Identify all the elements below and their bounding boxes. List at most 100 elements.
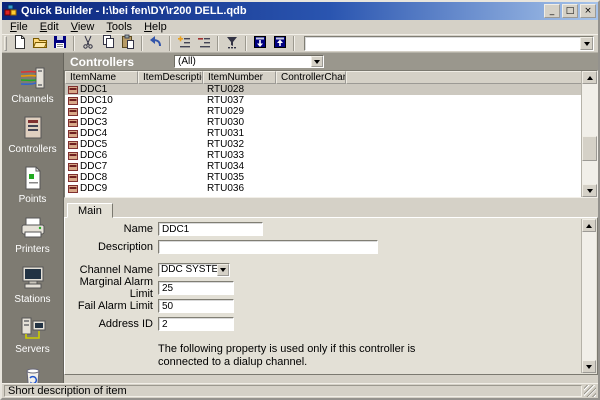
open-button[interactable] bbox=[30, 35, 50, 52]
table-row[interactable]: DDC8 RTU035 bbox=[65, 172, 581, 183]
menu-edit[interactable]: Edit bbox=[34, 21, 65, 34]
name-field[interactable] bbox=[158, 222, 263, 236]
printers-icon bbox=[19, 215, 47, 241]
save-button[interactable] bbox=[50, 35, 70, 52]
row-description bbox=[138, 84, 203, 95]
toolbar-combo-dropdown[interactable] bbox=[580, 37, 593, 50]
name-label: Name bbox=[65, 223, 153, 235]
cut-button[interactable] bbox=[78, 35, 98, 52]
row-channel bbox=[276, 183, 346, 194]
dialup-report-label: Dialup Report by Exception bbox=[175, 373, 308, 375]
table-row[interactable]: DDC2 RTU029 bbox=[65, 106, 581, 117]
column-header-itemnumber[interactable]: ItemNumber bbox=[203, 71, 276, 84]
row-name: DDC4 bbox=[80, 128, 107, 139]
list-scrollbar[interactable] bbox=[581, 71, 597, 197]
filter-button[interactable] bbox=[222, 35, 242, 52]
form-scrollbar[interactable] bbox=[581, 219, 596, 373]
recycle-bin-icon bbox=[19, 365, 47, 383]
table-row[interactable]: DDC10 RTU037 bbox=[65, 95, 581, 106]
sidebar-item-stations[interactable]: Stations bbox=[3, 265, 63, 305]
channel-name-label: Channel Name bbox=[65, 264, 153, 276]
open-folder-icon bbox=[32, 34, 48, 53]
table-row[interactable]: DDC5 RTU032 bbox=[65, 139, 581, 150]
row-number: RTU031 bbox=[203, 128, 276, 139]
dialup-report-checkbox[interactable] bbox=[158, 374, 169, 376]
undo-button[interactable] bbox=[146, 35, 166, 52]
add-item-button[interactable] bbox=[174, 35, 194, 52]
menu-view[interactable]: View bbox=[65, 21, 101, 34]
scroll-up-button[interactable] bbox=[582, 219, 596, 232]
sidebar-item-points[interactable]: Points bbox=[3, 165, 63, 205]
tab-main[interactable]: Main bbox=[67, 203, 113, 218]
row-channel bbox=[276, 106, 346, 117]
arrow-down-icon bbox=[586, 365, 592, 369]
menu-file[interactable]: File bbox=[4, 21, 34, 34]
sidebar-item-controllers[interactable]: Controllers bbox=[3, 115, 63, 155]
maximize-button[interactable]: □ bbox=[562, 4, 578, 18]
table-row[interactable]: DDC3 RTU030 bbox=[65, 117, 581, 128]
sidebar-item-servers[interactable]: Servers bbox=[3, 315, 63, 355]
table-row[interactable]: DDC9 RTU036 bbox=[65, 183, 581, 194]
status-text: Short description of item bbox=[4, 385, 582, 397]
sidebar-item-recycle-bin[interactable]: Recycle Bin (1) bbox=[3, 365, 63, 383]
remove-item-icon bbox=[196, 34, 212, 53]
channel-name-select[interactable]: DDC SYSTEM bbox=[158, 263, 230, 277]
marginal-alarm-limit-field[interactable] bbox=[158, 281, 234, 295]
description-field[interactable] bbox=[158, 240, 378, 254]
table-row[interactable]: DDC6 RTU033 bbox=[65, 150, 581, 161]
row-channel bbox=[276, 172, 346, 183]
menu-tools[interactable]: Tools bbox=[100, 21, 138, 34]
table-row[interactable]: DDC1 RTU028 bbox=[65, 84, 581, 95]
stations-icon bbox=[19, 265, 47, 291]
column-header-itemdescription[interactable]: ItemDescription bbox=[138, 71, 203, 84]
resize-grip[interactable] bbox=[584, 385, 596, 397]
scrollbar-track[interactable] bbox=[582, 232, 596, 360]
address-id-field[interactable] bbox=[158, 317, 234, 331]
row-channel bbox=[276, 84, 346, 95]
row-name: DDC6 bbox=[80, 150, 107, 161]
column-header-itemname[interactable]: ItemName bbox=[65, 71, 138, 84]
new-button[interactable] bbox=[10, 35, 30, 52]
channel-name-dropdown[interactable] bbox=[217, 264, 229, 276]
title-bar: Quick Builder - I:\bei fen\DY\r200 DELL.… bbox=[2, 2, 598, 20]
row-name: DDC5 bbox=[80, 139, 107, 150]
controllers-icon bbox=[19, 115, 47, 141]
row-description bbox=[138, 106, 203, 117]
new-file-icon bbox=[12, 34, 28, 53]
row-name: DDC10 bbox=[80, 95, 113, 106]
toolbar bbox=[2, 34, 598, 53]
toolbar-handle[interactable] bbox=[4, 36, 7, 51]
column-header-controllerchannel[interactable]: ControllerChann... bbox=[276, 71, 346, 84]
controller-row-icon bbox=[68, 130, 78, 138]
close-button[interactable]: × bbox=[580, 4, 596, 18]
filter-combo-dropdown[interactable] bbox=[311, 56, 323, 67]
scrollbar-track[interactable] bbox=[582, 84, 597, 184]
row-description bbox=[138, 183, 203, 194]
fail-alarm-limit-field[interactable] bbox=[158, 299, 234, 313]
scroll-down-button[interactable] bbox=[582, 184, 597, 197]
toolbar-combo[interactable] bbox=[304, 36, 594, 51]
sidebar-item-channels[interactable]: Channels bbox=[3, 65, 63, 105]
copy-button[interactable] bbox=[98, 35, 118, 52]
scroll-down-button[interactable] bbox=[582, 360, 596, 373]
minimize-button[interactable]: _ bbox=[544, 4, 560, 18]
table-row[interactable]: DDC4 RTU031 bbox=[65, 128, 581, 139]
row-number: RTU036 bbox=[203, 183, 276, 194]
menu-bar: File Edit View Tools Help bbox=[2, 20, 598, 34]
row-description bbox=[138, 150, 203, 161]
sidebar-item-label: Servers bbox=[15, 344, 49, 355]
row-number: RTU037 bbox=[203, 95, 276, 106]
paste-button[interactable] bbox=[118, 35, 138, 52]
filter-combo[interactable]: (All) bbox=[174, 55, 324, 68]
download-button[interactable] bbox=[250, 35, 270, 52]
scroll-up-button[interactable] bbox=[582, 71, 597, 84]
menu-help[interactable]: Help bbox=[138, 21, 173, 34]
table-row[interactable]: DDC7 RTU034 bbox=[65, 161, 581, 172]
row-channel bbox=[276, 139, 346, 150]
toolbar-combo-value bbox=[305, 37, 580, 50]
upload-button[interactable] bbox=[270, 35, 290, 52]
sidebar-item-printers[interactable]: Printers bbox=[3, 215, 63, 255]
remove-item-button[interactable] bbox=[194, 35, 214, 52]
scrollbar-thumb[interactable] bbox=[582, 136, 597, 161]
marginal-alarm-limit-label: Marginal Alarm Limit bbox=[65, 276, 153, 300]
